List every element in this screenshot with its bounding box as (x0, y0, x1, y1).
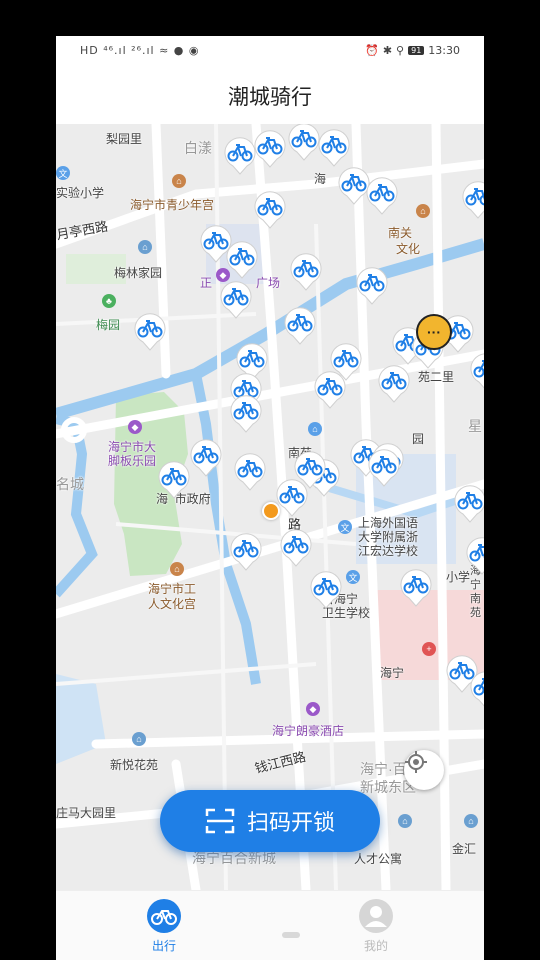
bike-marker-icon[interactable] (312, 370, 348, 410)
scan-unlock-button[interactable]: 扫码开锁 (160, 790, 380, 852)
map-label: 实验小学 (56, 186, 105, 200)
bike-marker-icon[interactable] (366, 448, 402, 488)
tab-ride-label: 出行 (151, 939, 176, 953)
scan-icon (205, 808, 235, 834)
signal-indicators: HD ⁴⁶.ıl ²⁶.ıl ≈ ● ◉ (80, 44, 200, 57)
bike-marker-icon[interactable] (354, 266, 390, 306)
bike-marker-icon[interactable] (316, 128, 352, 168)
phone-screen: HD ⁴⁶.ıl ²⁶.ıl ≈ ● ◉ ⏰ ✱ ⚲ 91 13:30 潮城骑行 (56, 36, 484, 960)
map-label: 海宁市工 人文化宫 (148, 582, 197, 611)
apartment-icon: ⌂ (398, 814, 412, 828)
residential-icon-4: ⌂ (464, 814, 478, 828)
map-label: 上海外国语 大学附属浙 江宏达学校 (358, 516, 419, 558)
clock: 13:30 (428, 44, 460, 57)
tab-mine-label: 我的 (363, 939, 388, 953)
map-label: 海宁市大 脚板乐园 (108, 440, 157, 468)
bike-marker-icon[interactable] (132, 312, 168, 352)
map-label: 海 (314, 172, 327, 186)
map-label: 南关 (388, 226, 413, 240)
residential-icon: ⌂ (138, 240, 152, 254)
status-right: ⏰ ✱ ⚲ 91 13:30 (365, 44, 460, 57)
bike-marker-icon[interactable] (228, 394, 264, 434)
hotel-icon: ◆ (306, 702, 320, 716)
battery-level: 91 (408, 46, 425, 55)
bike-marker-icon[interactable] (376, 364, 412, 404)
school-icon: 文 (56, 166, 70, 180)
customer-service-icon[interactable]: ··· (416, 314, 452, 350)
user-location-marker (262, 502, 280, 520)
crosshair-icon (405, 751, 427, 773)
bike-marker-icon[interactable] (468, 670, 484, 710)
map-label: 梨园里 (106, 132, 143, 146)
bike-marker-icon[interactable] (218, 280, 254, 320)
map-label: 金汇 (452, 842, 477, 856)
bike-marker-icon[interactable] (308, 570, 344, 610)
bike-marker-icon[interactable] (398, 568, 434, 608)
locate-button[interactable] (404, 750, 444, 790)
map-label: 园 (412, 432, 425, 446)
workers-palace-icon: ⌂ (170, 562, 184, 576)
map-label: 新悦花苑 (110, 758, 159, 772)
bike-marker-icon[interactable] (452, 484, 484, 524)
bike-marker-icon[interactable] (228, 532, 264, 572)
map-label: 庄马大园里 (56, 806, 117, 820)
bike-marker-icon[interactable] (292, 450, 328, 490)
youth-palace-icon: ⌂ (172, 174, 186, 188)
residential-icon-3: ⌂ (132, 732, 146, 746)
park-icon: ♣ (102, 294, 116, 308)
tab-mine[interactable]: 我的 (336, 899, 416, 954)
map-label: 海宁 (380, 666, 405, 680)
hospital-icon: + (422, 642, 436, 656)
school-icon-2: 文 (338, 520, 352, 534)
bottom-tab-bar: 出行 我的 (56, 890, 484, 960)
map-label: 梅林家园 (114, 266, 163, 280)
scan-unlock-label: 扫码开锁 (246, 810, 335, 835)
bike-marker-icon[interactable] (288, 252, 324, 292)
map-label: 正 (200, 276, 213, 290)
map-label: 人才公寓 (354, 852, 403, 866)
bike-marker-icon[interactable] (460, 180, 484, 220)
bike-marker-icon[interactable] (468, 352, 484, 392)
map-label: 星 (468, 418, 482, 434)
bike-marker-icon[interactable] (252, 190, 288, 230)
bike-marker-icon[interactable] (278, 528, 314, 568)
map-label: 文化 (396, 242, 421, 256)
map-view[interactable]: 文 ⌂ ⌂ ♣ ◆ ⌂ ◆ ⌂ 文 ⌂ 文 + ◆ ⌂ ⌂ ⌂ 梨园里 白漾 实… (56, 124, 484, 890)
bike-marker-icon[interactable] (282, 306, 318, 346)
map-label: 海宁市青少年宫 (130, 198, 215, 212)
map-label: 白漾 (184, 140, 212, 156)
map-label: 梅园 (96, 318, 121, 332)
home-indicator (282, 932, 300, 938)
map-label: 苑二里 (418, 370, 455, 384)
bike-marker-icon[interactable] (464, 536, 484, 576)
location-icon: ⚲ (396, 44, 405, 57)
tab-ride[interactable]: 出行 (124, 899, 204, 954)
bike-marker-icon[interactable] (224, 240, 260, 280)
status-bar: HD ⁴⁶.ıl ²⁶.ıl ≈ ● ◉ ⏰ ✱ ⚲ 91 13:30 (56, 36, 484, 68)
user-icon (359, 899, 393, 933)
bike-marker-icon[interactable] (252, 129, 288, 169)
map-label: 海宁朗豪酒店 (272, 724, 345, 738)
bluetooth-icon: ✱ (382, 44, 393, 57)
health-school-icon: 文 (346, 570, 360, 584)
culture-icon: ⌂ (416, 204, 430, 218)
residential-icon-2: ⌂ (308, 422, 322, 436)
alarm-icon: ⏰ (365, 44, 379, 57)
amusement-icon: ◆ (128, 420, 142, 434)
bike-marker-icon[interactable] (188, 438, 224, 478)
page-title: 潮城骑行 (228, 86, 312, 109)
bike-icon (147, 899, 181, 933)
bike-marker-icon[interactable] (364, 176, 400, 216)
bike-marker-icon[interactable] (156, 460, 192, 500)
bike-marker-icon[interactable] (232, 452, 268, 492)
map-label: 名城 (56, 476, 84, 492)
